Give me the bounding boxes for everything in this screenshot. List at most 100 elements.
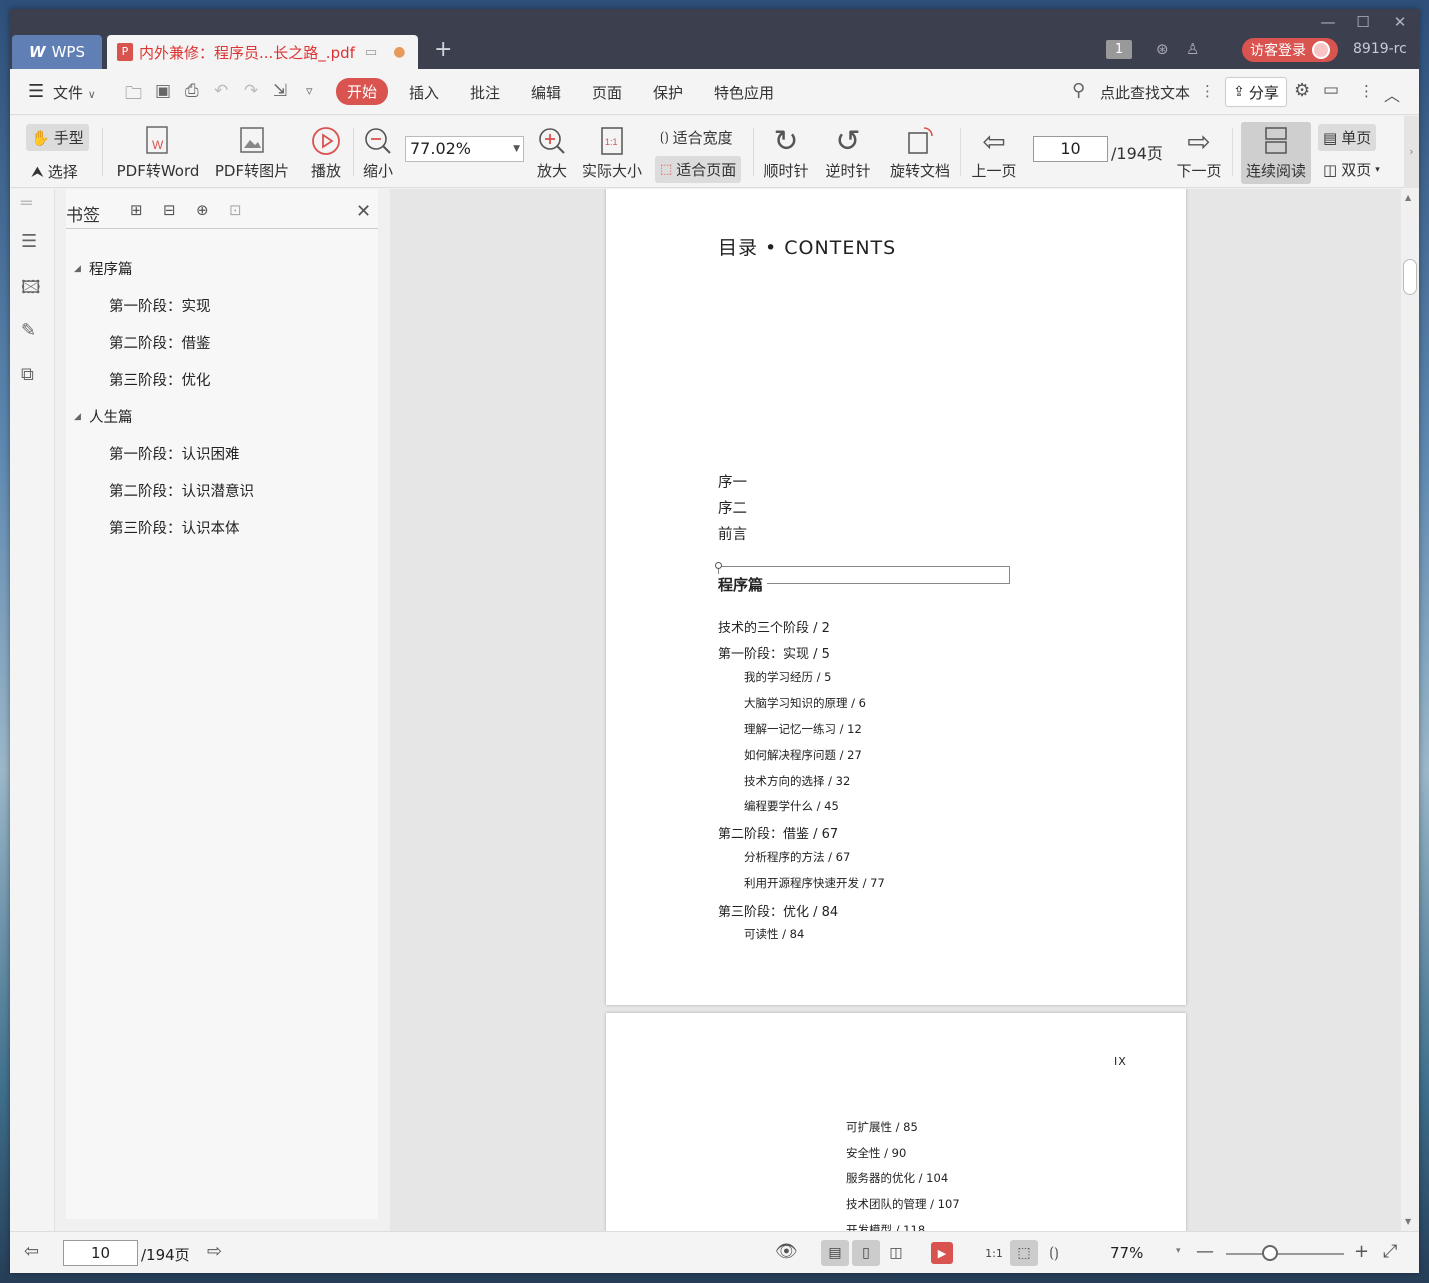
more-dots-icon[interactable]: ⋮	[1200, 82, 1215, 100]
thumbnail-icon[interactable]: 🖾	[21, 275, 41, 305]
comment-bubble-icon[interactable]: ▭	[1323, 80, 1339, 100]
hand-tool-button[interactable]: ✋ 手型	[26, 124, 89, 151]
fullscreen-icon[interactable]: ⤢	[1383, 1241, 1397, 1262]
double-page-view-icon[interactable]: ◫	[882, 1240, 910, 1266]
continuous-read-button[interactable]: 连续阅读	[1241, 122, 1311, 184]
play-button[interactable]: 播放	[306, 124, 346, 181]
print-icon[interactable]: ⎙	[185, 81, 199, 101]
save-icon[interactable]: ▣	[155, 81, 171, 101]
zoom-dropdown-icon[interactable]: ▾	[1176, 1246, 1181, 1256]
close-window-button[interactable]: ✕	[1385, 13, 1415, 35]
toolbar-scroll-right-icon[interactable]: ›	[1404, 116, 1419, 188]
bookmark-item[interactable]: 第二阶段：认识潜意识	[109, 480, 254, 501]
skin-icon[interactable]: ♙	[1186, 40, 1199, 58]
new-tab-button[interactable]: +	[434, 37, 452, 62]
scroll-down-icon[interactable]: ▼	[1405, 1217, 1411, 1226]
status-page-input[interactable]: 10	[63, 1240, 138, 1266]
minimize-button[interactable]: —	[1313, 13, 1343, 35]
toc-entry: 可扩展性 / 85	[846, 1120, 918, 1134]
double-page-button[interactable]: ◫ 双页 ▾	[1318, 156, 1385, 183]
next-page-button[interactable]: ⇨ 下一页	[1175, 124, 1223, 181]
bookmark-item[interactable]: 第三阶段：优化	[109, 369, 211, 390]
zoom-out-minus-icon[interactable]: —	[1196, 1241, 1214, 1262]
collapse-triangle-icon[interactable]: ◢	[74, 412, 81, 422]
add-bookmark-icon[interactable]: ⊕	[196, 201, 209, 219]
close-icon[interactable]: ✕	[356, 201, 371, 222]
bookmark-item[interactable]: 第二阶段：借鉴	[109, 332, 211, 353]
single-page-button[interactable]: ▤ 单页	[1318, 124, 1377, 151]
zoom-percentage[interactable]: 77%	[1110, 1244, 1143, 1262]
document-tab[interactable]: P 内外兼修：程序员...长之路_.pdf ▭ ●	[107, 35, 418, 69]
zoom-in-plus-icon[interactable]: +	[1354, 1241, 1369, 1262]
zoom-out-button[interactable]: 缩小	[360, 124, 396, 181]
menu-tab-special[interactable]: 特色应用	[714, 82, 774, 103]
page-number-input[interactable]: 10	[1033, 136, 1108, 162]
select-tool-button[interactable]: ⮝ 选择	[26, 158, 83, 185]
zoom-slider-knob[interactable]	[1262, 1245, 1278, 1261]
export-icon[interactable]: ⇲	[273, 81, 287, 101]
fit-width-icon[interactable]: ⟮⟯	[1040, 1240, 1068, 1266]
previous-page-arrow-icon[interactable]: ⇦	[24, 1241, 39, 1262]
fit-width-button[interactable]: ⟮⟯ 适合宽度	[655, 124, 738, 151]
continuous-read-icon	[1261, 124, 1291, 158]
menu-tab-start[interactable]: 开始	[336, 78, 389, 105]
bookmark-item[interactable]: 第三阶段：认识本体	[109, 517, 240, 538]
zoom-slider-track[interactable]	[1226, 1253, 1344, 1255]
menu-tab-edit[interactable]: 编辑	[531, 82, 561, 103]
rotate-clockwise-button[interactable]: ↻ 顺时针	[762, 124, 810, 181]
settings-gear-icon[interactable]: ⚙	[1294, 80, 1310, 101]
continuous-view-icon[interactable]: ▤	[821, 1240, 849, 1266]
undo-icon[interactable]: ↶	[214, 81, 228, 101]
bookmark-item[interactable]: 第一阶段：实现	[109, 295, 211, 316]
more-quick-access-icon[interactable]: ▿	[306, 84, 313, 99]
document-tab-label: 内外兼修：程序员...长之路_.pdf	[139, 43, 355, 62]
vertical-scrollbar[interactable]: ▲ ▼	[1401, 189, 1419, 1231]
bookmark-item[interactable]: 第一阶段：认识困难	[109, 443, 240, 464]
open-folder-icon[interactable]: 🗀	[125, 81, 142, 110]
menu-tab-page[interactable]: 页面	[592, 82, 622, 103]
scroll-up-icon[interactable]: ▲	[1405, 193, 1411, 202]
find-text-button[interactable]: 点此查找文本	[1100, 82, 1190, 103]
redo-icon[interactable]: ↷	[244, 81, 258, 101]
zoom-select[interactable]: 77.02% ▼	[405, 136, 524, 162]
pdf-to-image-button[interactable]: PDF转图片	[211, 124, 293, 181]
pdf-to-word-button[interactable]: W PDF转Word	[113, 124, 203, 181]
share-button[interactable]: ⇪ 分享	[1225, 77, 1287, 107]
menu-tab-insert[interactable]: 插入	[409, 82, 439, 103]
rotate-counterclockwise-button[interactable]: ↺ 逆时针	[824, 124, 872, 181]
eye-protection-icon[interactable]: 👁	[775, 1241, 798, 1262]
search-icon[interactable]: ⚲	[1072, 80, 1085, 101]
collapse-ribbon-icon[interactable]: ︿	[1384, 82, 1400, 106]
file-menu[interactable]: 文件 ∨	[53, 82, 96, 103]
zoom-in-button[interactable]: 放大	[534, 124, 570, 181]
menu-tab-protect[interactable]: 保护	[653, 82, 683, 103]
actual-size-icon[interactable]: 1:1	[980, 1240, 1008, 1266]
play-slideshow-icon[interactable]: ▶	[931, 1242, 953, 1264]
delete-bookmark-icon[interactable]: ⊡	[229, 201, 242, 219]
annotation-icon[interactable]: ✎	[21, 320, 36, 341]
scrollbar-thumb[interactable]	[1403, 259, 1417, 295]
document-viewer[interactable]: 目录 • CONTENTS 序一 序二 前言 程序篇 技术的三个阶段 / 2 第…	[390, 189, 1419, 1231]
collapse-all-icon[interactable]: ⊟	[163, 201, 176, 219]
actual-size-button[interactable]: 1:1 实际大小	[580, 124, 644, 181]
sync-icon[interactable]: ⊛	[1156, 40, 1169, 58]
menu-tab-comment[interactable]: 批注	[470, 82, 500, 103]
single-page-view-icon[interactable]: ▯	[852, 1240, 880, 1266]
more-options-icon[interactable]: ⋮	[1359, 82, 1374, 100]
window-count-badge[interactable]: 1	[1106, 40, 1132, 59]
expand-all-icon[interactable]: ⊞	[130, 201, 143, 219]
fit-page-icon[interactable]: ⬚	[1010, 1240, 1038, 1266]
guest-login-button[interactable]: 访客登录	[1242, 38, 1338, 62]
fit-page-button[interactable]: ⬚ 适合页面	[655, 156, 742, 183]
rotate-document-button[interactable]: 旋转文档	[888, 124, 952, 181]
attachment-icon[interactable]: ⧉	[21, 364, 34, 385]
hamburger-menu-icon[interactable]: ☰	[28, 81, 44, 102]
next-page-arrow-icon[interactable]: ⇨	[207, 1241, 222, 1262]
collapse-triangle-icon[interactable]: ◢	[74, 264, 81, 274]
bookmark-item[interactable]: 程序篇	[89, 258, 133, 279]
bookmark-item[interactable]: 人生篇	[89, 406, 133, 427]
bookmark-list-icon[interactable]: ☰	[21, 231, 37, 252]
wps-home-tab[interactable]: W WPS	[12, 35, 102, 69]
maximize-button[interactable]: ☐	[1348, 13, 1378, 35]
previous-page-button[interactable]: ⇦ 上一页	[970, 124, 1018, 181]
